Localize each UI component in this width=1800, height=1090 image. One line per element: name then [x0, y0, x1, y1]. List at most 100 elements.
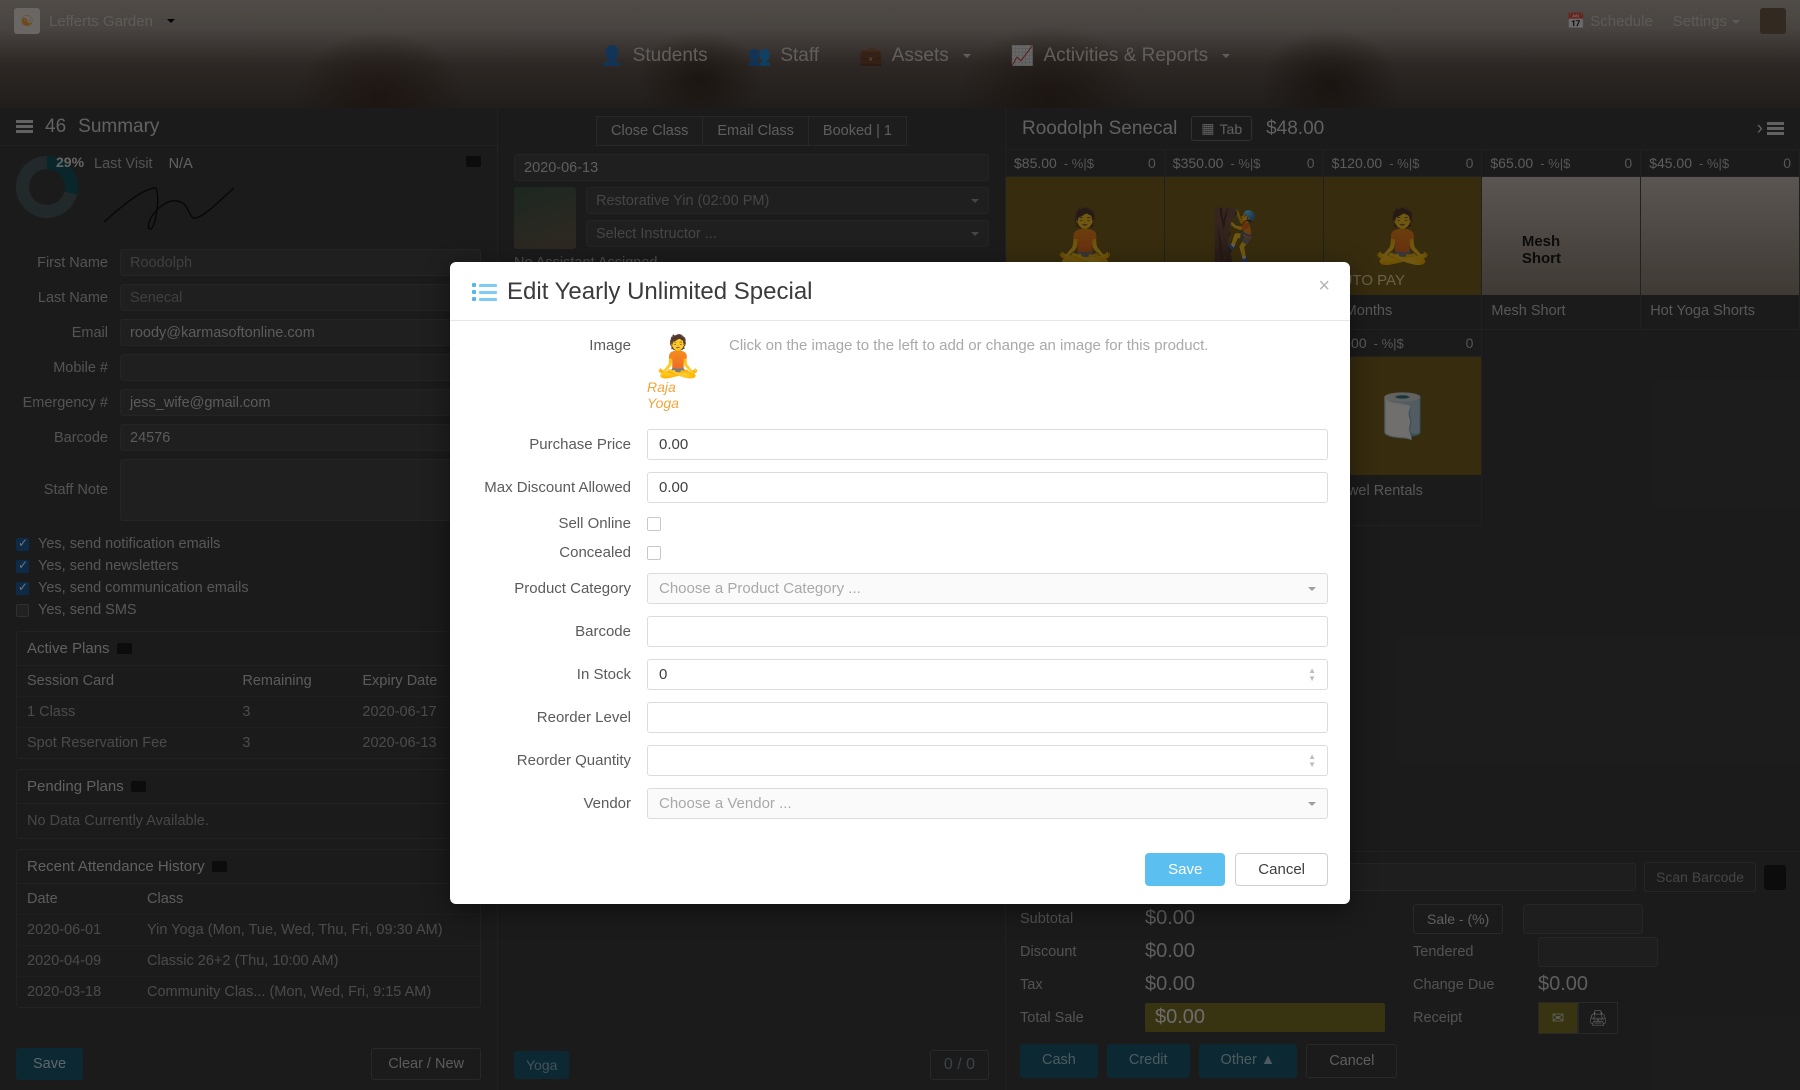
in-stock-stepper[interactable]: 0 ▲ ▼: [647, 659, 1328, 690]
checkbox-communication-emails[interactable]: [16, 580, 29, 595]
product-discount-toggle[interactable]: - %|$: [1389, 156, 1419, 171]
product-discount-toggle[interactable]: - %|$: [1540, 156, 1570, 171]
line-label: Change Due: [1413, 976, 1495, 993]
barcode-input[interactable]: 24576: [120, 424, 481, 451]
pos-line-receipt: Receipt ✉ 🖨: [1413, 1001, 1786, 1034]
table-row[interactable]: 2020-06-01 Yin Yoga (Mon, Tue, Wed, Thu,…: [17, 914, 480, 946]
modal-save-button[interactable]: Save: [1145, 853, 1226, 886]
list-icon: [472, 283, 497, 301]
panel-title: Active Plans: [27, 640, 110, 657]
modal-cancel-button[interactable]: Cancel: [1235, 853, 1328, 886]
mobile-input[interactable]: [120, 354, 481, 381]
checkbox-row-communication-emails[interactable]: Yes, send communication emails: [0, 577, 497, 599]
nav-item-students[interactable]: 👤 Students: [600, 44, 708, 68]
spinner-arrows-icon[interactable]: ▲ ▼: [1308, 666, 1316, 683]
class-tag[interactable]: Yoga: [514, 1051, 570, 1079]
field-row-mobile: Mobile #: [0, 350, 497, 385]
sale-percent-button[interactable]: Sale - (%): [1413, 903, 1504, 934]
id-badge-icon[interactable]: [211, 861, 227, 872]
staff-note-textarea[interactable]: [120, 459, 481, 521]
id-badge-icon[interactable]: [116, 643, 132, 654]
first-name-input[interactable]: Roodolph: [120, 249, 481, 276]
close-icon[interactable]: ×: [1318, 275, 1330, 298]
product-cell[interactable]: $65.00 - %|$ 0 Mesh Short Mesh Short: [1482, 150, 1642, 330]
product-price: $120.00: [1331, 155, 1383, 171]
collapse-left-icon[interactable]: [16, 120, 33, 133]
clear-new-button[interactable]: Clear / New: [371, 1048, 481, 1080]
checkbox-sms[interactable]: [16, 603, 29, 617]
barcode-scanner-icon[interactable]: [1764, 864, 1786, 890]
spinner-arrows-icon[interactable]: ▲ ▼: [1308, 752, 1316, 769]
other-button[interactable]: Other ▲: [1198, 1044, 1298, 1078]
sale-percent-input[interactable]: [1523, 903, 1644, 934]
attendance-table: Date Class 2020-06-01 Yin Yoga (Mon, Tue…: [17, 884, 480, 1007]
nav-item-activities-reports[interactable]: 📈 Activities & Reports: [1011, 44, 1231, 68]
tendered-input[interactable]: [1538, 936, 1658, 967]
email-class-button[interactable]: Email Class: [703, 116, 809, 146]
field-label: Image: [589, 337, 631, 354]
concealed-checkbox[interactable]: [647, 545, 661, 560]
instructor-select[interactable]: Select Instructor ...: [586, 220, 989, 247]
cell-date: 2020-03-18: [17, 976, 137, 1007]
top-right-actions: 📅 Schedule Settings: [1567, 8, 1786, 34]
scan-barcode-button[interactable]: Scan Barcode: [1644, 862, 1756, 892]
cash-button[interactable]: Cash: [1020, 1044, 1098, 1078]
checkbox-row-sms[interactable]: Yes, send SMS: [0, 599, 497, 621]
nav-item-staff[interactable]: 👥 Staff: [748, 44, 819, 68]
product-discount-toggle[interactable]: - %|$: [1064, 156, 1094, 171]
product-discount-toggle[interactable]: - %|$: [1374, 336, 1404, 351]
emergency-input[interactable]: jess_wife@gmail.com: [120, 389, 481, 416]
id-badge-icon[interactable]: [130, 781, 146, 792]
product-qty: 0: [1624, 155, 1633, 171]
checkbox-newsletters[interactable]: [16, 558, 29, 573]
last-name-input[interactable]: Senecal: [120, 284, 481, 311]
summary-column: 46 Summary 29% Last Visit N/A First Name…: [0, 108, 498, 1090]
cancel-sale-button[interactable]: Cancel: [1306, 1044, 1398, 1078]
table-row[interactable]: 2020-04-09 Classic 26+2 (Thu, 10:00 AM): [17, 945, 480, 977]
schedule-link[interactable]: 📅 Schedule: [1567, 12, 1653, 30]
product-image-thumbnail[interactable]: 🧘 Raja Yoga: [647, 337, 709, 411]
avatar[interactable]: [1760, 8, 1786, 34]
product-cell[interactable]: $45.00 - %|$ 0 Hot Yoga Shorts: [1641, 150, 1800, 330]
last-visit-value: N/A: [168, 156, 193, 172]
email-receipt-icon[interactable]: ✉: [1538, 1001, 1578, 1034]
save-button[interactable]: Save: [16, 1048, 84, 1080]
tab-button[interactable]: ▦ Tab: [1191, 116, 1253, 141]
class-date-input[interactable]: 2020-06-13: [514, 154, 989, 181]
reorder-quantity-stepper[interactable]: ▲ ▼: [647, 745, 1328, 776]
product-discount-toggle[interactable]: - %|$: [1699, 156, 1729, 171]
print-receipt-icon[interactable]: 🖨: [1578, 1001, 1618, 1034]
collapse-right-icon[interactable]: ›: [1757, 118, 1784, 140]
product-qty: 0: [1306, 155, 1315, 171]
table-row[interactable]: Spot Reservation Fee 3 2020-06-13: [17, 727, 480, 758]
product-category-select[interactable]: Choose a Product Category ...: [647, 573, 1328, 604]
table-row[interactable]: 1 Class 3 2020-06-17: [17, 696, 480, 728]
chevron-up-icon: ▲: [1260, 1052, 1276, 1068]
brand-area[interactable]: ☯ Lefferts Garden: [14, 8, 175, 34]
settings-link[interactable]: Settings: [1673, 13, 1740, 30]
close-class-button[interactable]: Close Class: [596, 116, 704, 146]
line-label: Tendered: [1413, 943, 1474, 960]
booked-button[interactable]: Booked | 1: [808, 116, 907, 146]
checkbox-notification-emails[interactable]: [16, 536, 29, 551]
credit-button[interactable]: Credit: [1106, 1044, 1190, 1078]
product-price-row: $65.00 - %|$ 0: [1482, 150, 1641, 177]
vendor-select[interactable]: Choose a Vendor ...: [647, 788, 1328, 819]
table-row[interactable]: 2020-03-18 Community Clas... (Mon, Wed, …: [17, 976, 480, 1007]
barcode-input[interactable]: [647, 616, 1328, 647]
max-discount-input[interactable]: 0.00: [647, 472, 1328, 503]
nav-item-assets[interactable]: 💼 Assets: [859, 44, 971, 68]
field-label: Product Category: [514, 580, 631, 597]
checkbox-row-notification-emails[interactable]: Yes, send notification emails: [0, 533, 497, 555]
product-discount-toggle[interactable]: - %|$: [1230, 156, 1260, 171]
sell-online-checkbox[interactable]: [647, 516, 661, 531]
class-select[interactable]: Restorative Yin (02:00 PM): [586, 187, 989, 214]
purchase-price-input[interactable]: 0.00: [647, 429, 1328, 460]
email-input[interactable]: roody@karmasoftonline.com: [120, 319, 481, 346]
product-price: $350.00: [1172, 155, 1224, 171]
modal-row-reorder-quantity: Reorder Quantity ▲ ▼: [472, 745, 1328, 776]
reorder-level-input[interactable]: [647, 702, 1328, 733]
checkbox-row-newsletters[interactable]: Yes, send newsletters: [0, 555, 497, 577]
page-title: Summary: [78, 115, 160, 137]
id-badge-icon[interactable]: [466, 156, 481, 167]
